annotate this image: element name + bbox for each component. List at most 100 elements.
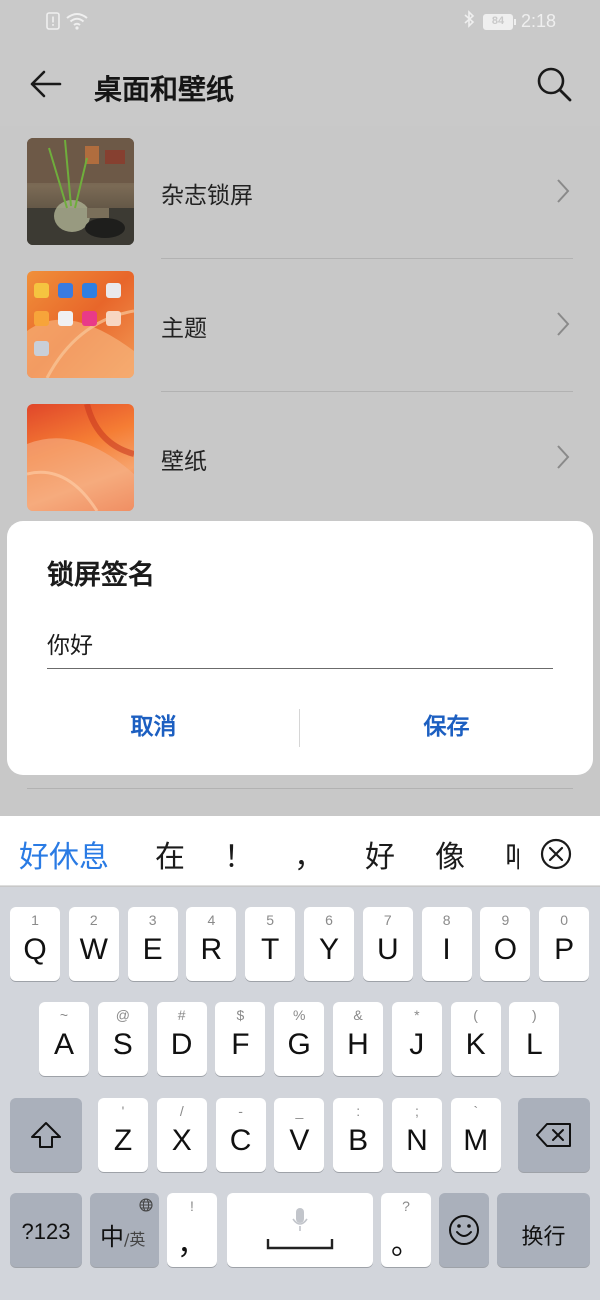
key-z[interactable]: ' Z — [98, 1098, 148, 1172]
key-label: E — [142, 933, 163, 966]
key-label: T — [261, 933, 280, 966]
space-key[interactable] — [227, 1193, 373, 1267]
key-f[interactable]: $ F — [215, 1002, 266, 1076]
search-icon — [537, 67, 572, 102]
key-k[interactable]: (K — [450, 1002, 501, 1076]
key-label: W — [79, 933, 108, 966]
candidate-word[interactable]: 好 — [365, 832, 395, 876]
backspace-key[interactable] — [518, 1098, 590, 1172]
key-label: Z — [113, 1124, 133, 1157]
page-title: 桌面和壁纸 — [94, 73, 235, 106]
emoji-icon — [449, 1215, 479, 1245]
list-item-label: 杂志锁屏 — [161, 183, 253, 209]
candidate-word[interactable]: ！ — [224, 832, 254, 876]
key-m[interactable]: ` M — [450, 1098, 501, 1172]
ime-candidate-bar: 好休息 在 ！ ， 好 像 呐 — [0, 816, 600, 886]
key-o[interactable]: 9O — [480, 907, 531, 981]
key-label: I — [442, 933, 451, 966]
key-label: H — [347, 1028, 369, 1061]
enter-key[interactable]: 换行 — [497, 1193, 590, 1267]
comma-key[interactable]: ! ， — [167, 1193, 217, 1267]
list-item-label: 壁纸 — [161, 449, 207, 475]
key-hint: ( — [473, 1007, 478, 1023]
key-label: S — [112, 1028, 133, 1061]
key-e[interactable]: 3E — [127, 907, 178, 981]
key-label: Y — [318, 933, 339, 966]
key-hint: ; — [415, 1103, 419, 1119]
candidate-word[interactable]: 在 — [155, 832, 185, 876]
app-header: 桌面和壁纸 — [0, 44, 600, 126]
key-hint: ) — [532, 1007, 537, 1023]
save-button[interactable]: 保存 — [300, 705, 593, 749]
chevron-right-icon — [557, 312, 570, 336]
key-n[interactable]: ; N — [392, 1098, 442, 1172]
key-a[interactable]: ~ A — [39, 1002, 89, 1076]
key-l[interactable]: ) L — [509, 1002, 560, 1076]
list-item-theme[interactable]: 主题 — [0, 259, 600, 392]
key-label: G — [287, 1028, 311, 1061]
key-hint: 0 — [560, 912, 569, 928]
emoji-key[interactable] — [439, 1193, 489, 1267]
key-y[interactable]: 6Y — [304, 907, 354, 981]
key-v[interactable]: _ V — [274, 1098, 325, 1172]
battery-indicator: 84 — [482, 13, 516, 30]
status-time: 2:18 — [520, 11, 556, 31]
signature-input[interactable] — [47, 617, 553, 669]
key-hint: 4 — [207, 912, 216, 928]
search-button[interactable] — [532, 62, 576, 106]
dialog-actions: 取消 保存 — [7, 705, 593, 749]
key-hint: ! — [190, 1198, 194, 1214]
key-label: 。 — [391, 1228, 421, 1261]
key-x[interactable]: / X — [156, 1098, 207, 1172]
candidate-word[interactable]: 像 — [435, 832, 465, 876]
period-key[interactable]: ? 。 — [381, 1193, 431, 1267]
key-p[interactable]: 0P — [539, 907, 590, 981]
key-label: X — [171, 1124, 192, 1157]
key-h[interactable]: & H — [333, 1002, 383, 1076]
key-r[interactable]: 4R — [186, 907, 237, 981]
key-c[interactable]: -C — [215, 1098, 266, 1172]
key-hint: ` — [473, 1103, 479, 1119]
key-q[interactable]: 1Q — [10, 907, 60, 981]
key-s[interactable]: @ S — [97, 1002, 148, 1076]
key-d[interactable]: # D — [156, 1002, 207, 1076]
key-label: A — [53, 1028, 74, 1061]
key-hint: @ — [115, 1007, 130, 1023]
key-hint: # — [177, 1007, 186, 1023]
microphone-icon — [292, 1208, 308, 1231]
key-u[interactable]: 7U — [362, 907, 413, 981]
magazine-lockscreen-thumbnail — [27, 138, 134, 245]
chevron-right-icon — [557, 179, 570, 203]
symbols-key-label: ?123 — [21, 1219, 71, 1244]
shift-key[interactable] — [10, 1098, 82, 1172]
key-hint: _ — [295, 1103, 304, 1119]
key-i[interactable]: 8I — [421, 907, 472, 981]
key-g[interactable]: % G — [274, 1002, 325, 1076]
language-switch-key[interactable]: 中/英 — [90, 1193, 159, 1267]
key-hint: : — [356, 1103, 361, 1119]
cancel-button[interactable]: 取消 — [7, 705, 300, 749]
list-item-wallpaper[interactable]: 壁纸 — [0, 392, 600, 525]
key-t[interactable]: 5T — [245, 907, 296, 981]
symbols-key[interactable]: ?123 — [10, 1193, 82, 1267]
theme-thumbnail — [27, 271, 134, 378]
key-hint: $ — [236, 1007, 245, 1023]
list-item-magazine-lockscreen[interactable]: 杂志锁屏 — [0, 126, 600, 259]
status-bar: 84 2:18 — [0, 0, 600, 44]
candidate-word[interactable]: 呐 — [505, 832, 519, 876]
key-w[interactable]: 2W — [68, 907, 119, 981]
language-label: 中 — [100, 1223, 124, 1251]
key-j[interactable]: * J — [391, 1002, 442, 1076]
key-b[interactable]: :B — [333, 1098, 384, 1172]
key-hint: * — [414, 1007, 420, 1023]
close-candidates-button[interactable] — [538, 836, 574, 872]
key-hint: - — [238, 1103, 243, 1119]
key-hint: 7 — [383, 912, 392, 928]
key-hint: ' — [121, 1103, 125, 1119]
back-button[interactable] — [24, 62, 68, 106]
candidate-word[interactable]: ， — [294, 832, 324, 876]
list-item-label: 主题 — [161, 316, 207, 342]
key-hint: / — [179, 1103, 184, 1119]
candidate-word[interactable]: 好休息 — [19, 832, 109, 876]
key-label: J — [409, 1028, 425, 1061]
